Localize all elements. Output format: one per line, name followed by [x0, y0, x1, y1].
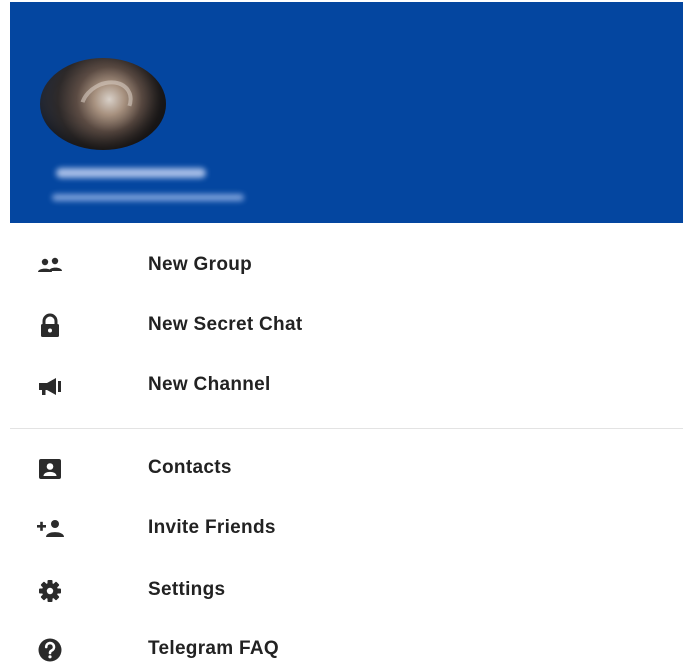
- menu-item-label: Telegram FAQ: [148, 638, 280, 659]
- avatar[interactable]: [40, 58, 166, 150]
- drawer-header: [10, 2, 683, 223]
- gear-icon: [36, 577, 64, 605]
- menu-item-label: Settings: [148, 579, 226, 600]
- menu-item-label: New Secret Chat: [148, 314, 303, 335]
- menu-item-label: New Group: [148, 254, 253, 275]
- menu-item-new-group[interactable]: New Group: [0, 236, 683, 296]
- redacted-user-name: [56, 168, 206, 178]
- menu-item-label: Invite Friends: [148, 517, 276, 538]
- contacts-icon: [36, 455, 64, 483]
- add-person-icon: [36, 515, 64, 543]
- menu-item-new-secret-chat[interactable]: New Secret Chat: [0, 296, 683, 356]
- redacted-phone-number: [52, 194, 244, 201]
- menu-item-label: Contacts: [148, 457, 232, 478]
- menu-item-settings[interactable]: Settings: [0, 561, 683, 621]
- lock-icon: [36, 312, 64, 340]
- menu-item-label: New Channel: [148, 374, 271, 395]
- menu-item-telegram-faq[interactable]: Telegram FAQ: [0, 620, 683, 668]
- group-icon: [36, 252, 64, 280]
- menu-item-contacts[interactable]: Contacts: [0, 439, 683, 499]
- megaphone-icon: [36, 372, 64, 400]
- menu-item-invite-friends[interactable]: Invite Friends: [0, 499, 683, 559]
- menu-item-new-channel[interactable]: New Channel: [0, 356, 683, 416]
- menu-divider: [10, 428, 683, 429]
- help-icon: [36, 636, 64, 664]
- navigation-drawer: New Group New Secret Chat New Channel Co…: [0, 0, 683, 668]
